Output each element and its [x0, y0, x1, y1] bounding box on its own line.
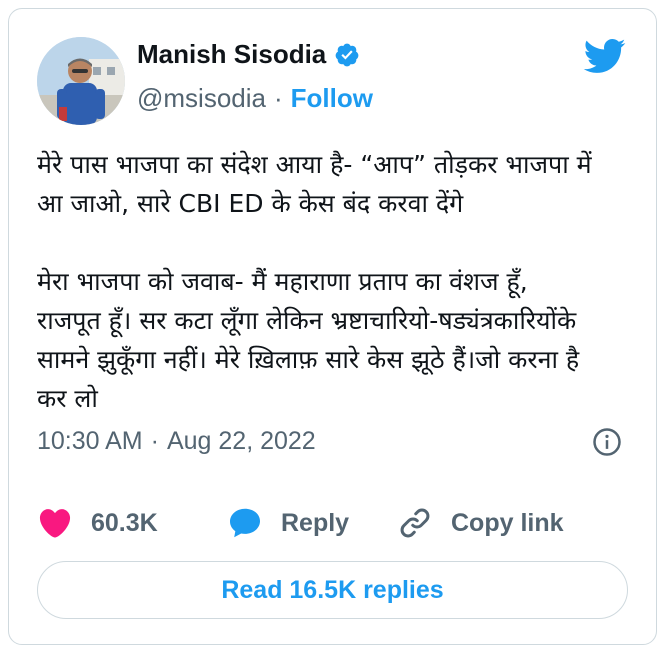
handle-separator: · [273, 83, 283, 113]
copy-link-button[interactable]: Copy link [397, 505, 564, 541]
tweet-line: मेरे पास भाजपा का संदेश आया है- “आप” तोड… [37, 150, 592, 179]
info-icon[interactable] [592, 427, 622, 457]
speech-bubble-icon [230, 508, 260, 538]
tweet-line: राजपूत हूँ। सर कटा लूँगा लेकिन भ्रष्टाचा… [37, 306, 577, 335]
link-icon [400, 508, 430, 538]
heart-icon [39, 509, 71, 538]
tweet-card: Manish Sisodia @msisodia · Follow मेरे प… [8, 8, 657, 645]
like-button[interactable]: 60.3K [37, 505, 227, 541]
date-separator: · [150, 427, 159, 455]
twitter-bird-icon[interactable] [582, 37, 626, 75]
author-avatar[interactable] [37, 37, 125, 125]
tweet-line: सामने झुकूँगा नहीं। मेरे ख़िलाफ़ सारे के… [37, 345, 580, 374]
tweet-line: आ जाओ, सारे CBI ED के केस बंद करवा देंगे [37, 189, 464, 218]
copy-link-label: Copy link [451, 508, 564, 537]
reply-button[interactable]: Reply [227, 505, 387, 541]
author-handle[interactable]: @msisodia [137, 83, 266, 114]
tweet-line: कर लो [37, 384, 98, 413]
author-name[interactable]: Manish Sisodia [137, 39, 360, 70]
tweet-actions: 60.3K Reply Copy link [37, 503, 628, 543]
tweet-time[interactable]: 10:30 AM [37, 427, 143, 456]
tweet-date[interactable]: Aug 22, 2022 [167, 427, 316, 456]
like-count: 60.3K [91, 508, 158, 537]
read-replies-button[interactable]: Read 16.5K replies [37, 561, 628, 619]
tweet-line: मेरा भाजपा को जवाब- मैं महाराणा प्रताप क… [37, 267, 528, 296]
tweet-text: मेरे पास भाजपा का संदेश आया है- “आप” तोड… [37, 145, 637, 418]
reply-label: Reply [281, 508, 350, 537]
tweet-timestamp[interactable]: 10:30 AM · Aug 22, 2022 [37, 427, 316, 456]
author-name-text[interactable]: Manish Sisodia [137, 39, 326, 70]
avatar-photo [37, 37, 125, 125]
follow-button[interactable]: Follow [291, 83, 373, 114]
author-handle-row: @msisodia · Follow [137, 83, 373, 114]
verified-badge-icon [335, 43, 359, 66]
read-replies-label: Read 16.5K replies [221, 575, 444, 604]
